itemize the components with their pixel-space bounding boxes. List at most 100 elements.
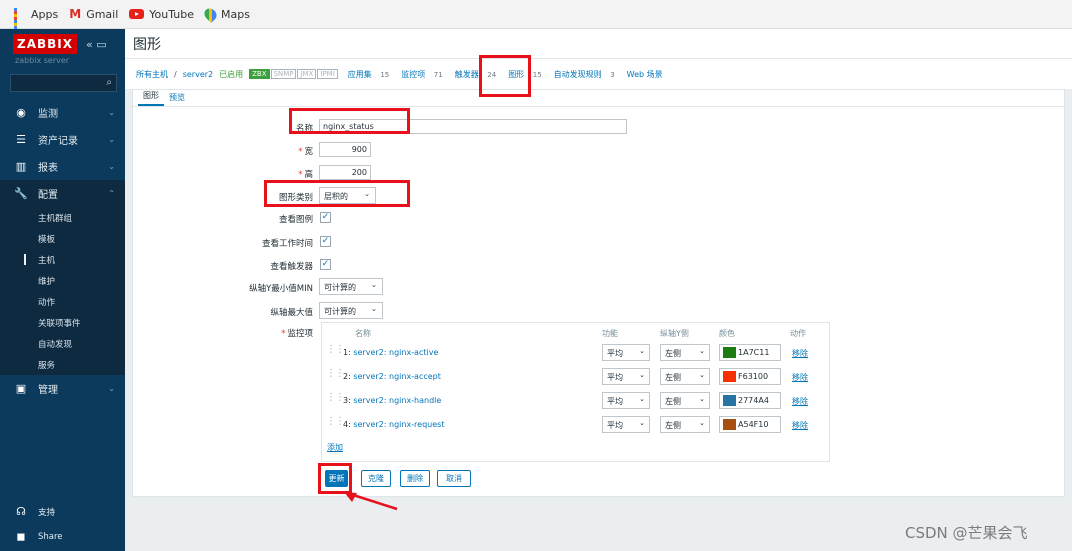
graph-type-select[interactable]: 层积的 ⌄ bbox=[319, 187, 376, 204]
drag-handle-icon[interactable]: ⋮⋮ bbox=[326, 344, 345, 355]
menu-label: 报表 bbox=[38, 163, 58, 174]
chevron-down-icon: ⌄ bbox=[639, 347, 645, 355]
chevron-down-icon: ⌄ bbox=[371, 305, 377, 313]
submenu-maintenance[interactable]: 维护 bbox=[0, 270, 125, 291]
annotation-arrow-icon bbox=[344, 492, 398, 511]
show-worktime-label: 查看工作时间 bbox=[261, 239, 313, 249]
ymax-value: 可计算的 bbox=[324, 307, 356, 316]
drag-handle-icon[interactable]: ⋮⋮ bbox=[326, 416, 345, 427]
menu-item-configuration[interactable]: 🔧 配置 ⌃ bbox=[0, 180, 125, 207]
menu-item-monitoring[interactable]: ◉ 监测 ⌄ bbox=[0, 99, 125, 126]
color-picker[interactable]: 1A7C11 bbox=[719, 344, 781, 361]
remove-item-link[interactable]: 移除 bbox=[792, 372, 808, 383]
submenu-templates[interactable]: 模板 bbox=[0, 228, 125, 249]
crumb-all-hosts[interactable]: 所有主机 bbox=[136, 69, 168, 80]
headset-icon: ☊ bbox=[16, 505, 26, 518]
col-header-name: 名称 bbox=[355, 329, 371, 338]
color-picker[interactable]: F63100 bbox=[719, 368, 781, 385]
color-swatch[interactable] bbox=[723, 419, 736, 430]
name-input[interactable]: nginx_status bbox=[319, 119, 627, 134]
function-select[interactable]: 平均 ⌄ bbox=[602, 368, 650, 385]
bookmark-apps[interactable]: Apps bbox=[14, 8, 58, 35]
function-select[interactable]: 平均 ⌄ bbox=[602, 416, 650, 433]
update-button[interactable]: 更新 bbox=[325, 470, 348, 487]
show-legend-checkbox[interactable]: ✓ bbox=[320, 212, 331, 223]
bookmark-youtube[interactable]: YouTube bbox=[129, 8, 194, 21]
items-label: * 监控项 bbox=[213, 327, 313, 339]
crumb-discovery[interactable]: 自动发现规则 3 bbox=[554, 69, 621, 80]
crumb-items[interactable]: 监控项 71 bbox=[401, 69, 448, 80]
item-link[interactable]: server2: nginx-request bbox=[353, 420, 444, 429]
function-select[interactable]: 平均 ⌄ bbox=[602, 344, 650, 361]
crumb-triggers[interactable]: 触发器 24 bbox=[455, 69, 502, 80]
ymax-select[interactable]: 可计算的 ⌄ bbox=[319, 302, 383, 319]
axis-select[interactable]: 左侧 ⌄ bbox=[660, 344, 710, 361]
collapse-sidebar-button[interactable]: « ▭ bbox=[86, 38, 107, 51]
admin-icon: ▣ bbox=[15, 382, 27, 395]
crumb-host[interactable]: server2 bbox=[183, 70, 213, 79]
tab-graph[interactable]: 图形 bbox=[138, 90, 164, 106]
delete-button[interactable]: 删除 bbox=[400, 470, 430, 487]
add-item-link[interactable]: 添加 bbox=[327, 442, 343, 453]
axis-select[interactable]: 左侧 ⌄ bbox=[660, 392, 710, 409]
bookmark-gmail[interactable]: M Gmail bbox=[69, 7, 118, 21]
menu-item-administration[interactable]: ▣ 管理 ⌄ bbox=[0, 375, 125, 402]
availability-zbx-badge: ZBX bbox=[249, 69, 270, 79]
crumb-web[interactable]: Web 场景 bbox=[627, 69, 663, 80]
support-link[interactable]: ☊ 支持 bbox=[0, 499, 125, 524]
tab-preview[interactable]: 预览 bbox=[164, 92, 190, 106]
function-value: 平均 bbox=[607, 349, 623, 358]
ymin-select[interactable]: 可计算的 ⌄ bbox=[319, 278, 383, 295]
remove-item-link[interactable]: 移除 bbox=[792, 396, 808, 407]
remove-item-link[interactable]: 移除 bbox=[792, 420, 808, 431]
remove-item-link[interactable]: 移除 bbox=[792, 348, 808, 359]
host-status[interactable]: 已启用 bbox=[219, 69, 243, 80]
youtube-icon bbox=[129, 9, 145, 19]
ymin-label: 纵轴Y最小值MIN bbox=[249, 284, 313, 294]
show-triggers-checkbox[interactable]: ✓ bbox=[320, 259, 331, 270]
crumb-applications[interactable]: 应用集 15 bbox=[348, 69, 395, 80]
chevron-down-icon: ⌄ bbox=[699, 419, 705, 427]
color-swatch[interactable] bbox=[723, 371, 736, 382]
axis-select[interactable]: 左侧 ⌄ bbox=[660, 416, 710, 433]
show-worktime-checkbox[interactable]: ✓ bbox=[320, 236, 331, 247]
color-swatch[interactable] bbox=[723, 395, 736, 406]
clone-button[interactable]: 克隆 bbox=[361, 470, 391, 487]
drag-handle-icon[interactable]: ⋮⋮ bbox=[326, 368, 345, 379]
zabbix-logo[interactable]: ZABBIX bbox=[13, 34, 77, 54]
table-row: ⋮⋮ 1: server2: nginx-active 平均 ⌄ 左侧 ⌄ 1A7C… bbox=[322, 342, 829, 366]
height-input[interactable]: 200 bbox=[319, 165, 371, 180]
submenu-discovery[interactable]: 自动发现 bbox=[0, 333, 125, 354]
submenu-event-correlation[interactable]: 关联项事件 bbox=[0, 312, 125, 333]
item-link[interactable]: server2: nginx-active bbox=[353, 348, 438, 357]
submenu-host-groups[interactable]: 主机群组 bbox=[0, 207, 125, 228]
graph-type-label: 图形类别 bbox=[278, 193, 313, 203]
menu-label: 配置 bbox=[38, 190, 58, 201]
item-link[interactable]: server2: nginx-accept bbox=[353, 372, 441, 381]
function-select[interactable]: 平均 ⌄ bbox=[602, 392, 650, 409]
items-label-text: 监控项 bbox=[287, 329, 313, 339]
share-link[interactable]: ◼ Share bbox=[0, 524, 125, 549]
submenu-services[interactable]: 服务 bbox=[0, 354, 125, 375]
menu-item-inventory[interactable]: ☰ 资产记录 ⌄ bbox=[0, 126, 125, 153]
search-icon[interactable]: ⌕ bbox=[106, 77, 112, 88]
axis-select[interactable]: 左侧 ⌄ bbox=[660, 368, 710, 385]
color-picker[interactable]: 2774A4 bbox=[719, 392, 781, 409]
crumb-graphs[interactable]: 图形 15 bbox=[508, 69, 547, 80]
color-picker[interactable]: A54F10 bbox=[719, 416, 781, 433]
width-label-text: 宽 bbox=[304, 147, 313, 157]
submenu-actions[interactable]: 动作 bbox=[0, 291, 125, 312]
item-link[interactable]: server2: nginx-handle bbox=[353, 396, 441, 405]
sidebar-search-input[interactable]: ⌕ bbox=[10, 74, 117, 92]
crumb-count: 71 bbox=[433, 70, 443, 79]
color-swatch[interactable] bbox=[723, 347, 736, 358]
submenu-hosts[interactable]: 主机 bbox=[0, 249, 125, 270]
name-label: 名称 bbox=[295, 124, 313, 134]
crumb-separator: / bbox=[174, 69, 177, 79]
bookmark-maps[interactable]: Maps bbox=[202, 5, 250, 23]
width-input[interactable]: 900 bbox=[319, 142, 371, 157]
menu-item-reports[interactable]: ▥ 报表 ⌄ bbox=[0, 153, 125, 180]
cancel-button[interactable]: 取消 bbox=[437, 470, 471, 487]
crumb-label: 监控项 bbox=[401, 69, 426, 79]
drag-handle-icon[interactable]: ⋮⋮ bbox=[326, 392, 345, 403]
